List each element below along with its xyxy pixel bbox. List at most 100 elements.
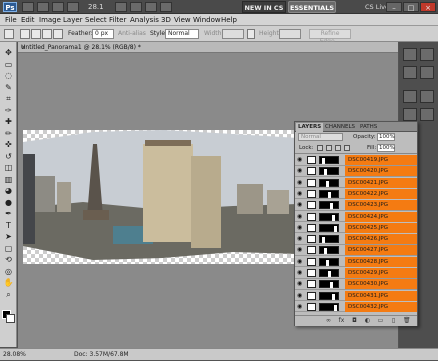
pen-tool-icon[interactable]: ✒ <box>3 209 14 219</box>
maximize-button[interactable]: □ <box>403 2 419 12</box>
layer-mask-thumbnail[interactable] <box>319 235 339 244</box>
status-zoom[interactable]: 28.08% <box>3 349 26 361</box>
arrange-documents-icon[interactable] <box>145 2 157 12</box>
lock-all-icon[interactable] <box>344 145 350 151</box>
adjustment-icon[interactable]: ◐ <box>364 318 371 324</box>
swap-dimensions-icon[interactable] <box>247 29 255 39</box>
masks-panel-icon[interactable] <box>420 90 434 103</box>
swatches-panel-icon[interactable] <box>403 66 417 79</box>
close-document-icon[interactable]: × <box>21 42 26 53</box>
layer-mask-thumbnail[interactable] <box>319 189 339 198</box>
history-brush-tool-icon[interactable]: ↺ <box>3 152 14 162</box>
eye-icon[interactable]: ◉ <box>297 281 304 287</box>
healing-tool-icon[interactable]: ✚ <box>3 117 14 127</box>
lock-transparency-icon[interactable] <box>317 145 323 151</box>
layer-row[interactable]: ◉ DSC00419.JPG <box>295 155 417 166</box>
gradient-tool-icon[interactable]: ▥ <box>3 175 14 185</box>
clone-stamp-tool-icon[interactable]: ✜ <box>3 140 14 150</box>
eye-icon[interactable]: ◉ <box>297 292 304 299</box>
eye-icon[interactable]: ◉ <box>297 213 304 220</box>
crop-tool-icon[interactable]: ⌗ <box>3 94 14 104</box>
new-layer-icon[interactable]: ▯ <box>390 318 397 324</box>
3d-rotate-tool-icon[interactable]: ⟲ <box>3 255 14 265</box>
styles-panel-icon[interactable] <box>420 66 434 79</box>
path-select-tool-icon[interactable]: ➤ <box>3 232 14 242</box>
lasso-tool-icon[interactable]: ◌ <box>3 71 14 81</box>
guides-icon[interactable] <box>52 2 64 12</box>
layer-row[interactable]: ◉ DSC00431.JPG <box>295 290 417 302</box>
layer-mask-thumbnail[interactable] <box>319 246 339 255</box>
menu-view[interactable]: View <box>174 14 191 26</box>
layer-mask-thumbnail[interactable] <box>319 302 339 311</box>
eye-icon[interactable]: ◉ <box>297 247 304 253</box>
marquee-preset-icon[interactable] <box>4 29 14 39</box>
eye-icon[interactable]: ◉ <box>297 236 304 242</box>
layer-mask-thumbnail[interactable] <box>319 280 339 289</box>
menu-window[interactable]: Window <box>193 14 221 26</box>
layer-row[interactable]: ◉ DSC00429.JPG <box>295 268 417 279</box>
mask-icon[interactable]: ◘ <box>351 318 358 324</box>
rotate-view-icon[interactable] <box>130 2 142 12</box>
brush-tool-icon[interactable]: ✏ <box>3 129 14 139</box>
history-panel-icon[interactable] <box>403 48 417 61</box>
layer-mask-thumbnail[interactable] <box>319 269 339 277</box>
eye-icon[interactable]: ◉ <box>297 168 304 174</box>
fx-icon[interactable]: fx <box>338 318 345 324</box>
opacity-input[interactable]: 100% <box>377 133 395 141</box>
layer-mask-thumbnail[interactable] <box>319 167 339 176</box>
layer-mask-thumbnail[interactable] <box>319 291 339 300</box>
layer-row[interactable]: ◉ DSC00426.JPG <box>295 234 417 245</box>
eye-icon[interactable]: ◉ <box>297 202 304 208</box>
type-tool-icon[interactable]: T <box>3 221 14 231</box>
add-selection-icon[interactable] <box>31 29 41 39</box>
layer-mask-thumbnail[interactable] <box>319 223 339 232</box>
hand-tool-icon[interactable]: ✋ <box>3 278 14 288</box>
feather-input[interactable]: 0 px <box>92 29 114 39</box>
layer-row[interactable]: ◉ DSC00420.JPG <box>295 166 417 177</box>
eye-icon[interactable]: ◉ <box>297 258 304 265</box>
link-icon[interactable]: ∞ <box>325 318 332 324</box>
tab-paths[interactable]: PATHS <box>358 123 379 132</box>
style-select[interactable]: Normal <box>165 29 199 39</box>
tab-layers[interactable]: LAYERS <box>296 123 324 132</box>
layer-row[interactable]: ◉ DSC00423.JPG <box>295 200 417 211</box>
bridge-icon[interactable] <box>22 2 34 12</box>
marquee-tool-icon[interactable]: ▭ <box>3 60 14 70</box>
new-in-cs5-button[interactable]: NEW IN CS 5 <box>242 1 286 24</box>
layer-row[interactable]: ◉ DSC00425.JPG <box>295 222 417 234</box>
trash-icon[interactable]: 🗑 <box>403 318 411 324</box>
channels-panel-icon[interactable] <box>420 108 434 121</box>
subtract-selection-icon[interactable] <box>42 29 52 39</box>
minimize-button[interactable]: – <box>386 2 402 12</box>
adjustments-panel-icon[interactable] <box>403 90 417 103</box>
layers-panel-icon[interactable] <box>403 108 417 121</box>
layer-mask-thumbnail[interactable] <box>319 178 339 187</box>
lock-position-icon[interactable] <box>335 145 341 151</box>
layer-mask-thumbnail[interactable] <box>319 257 339 266</box>
menu-layer[interactable]: Layer <box>63 14 83 26</box>
quick-select-tool-icon[interactable]: ✎ <box>3 83 14 93</box>
blend-mode-select[interactable]: Normal <box>298 133 343 141</box>
eyedropper-tool-icon[interactable]: ✑ <box>3 106 14 116</box>
dodge-tool-icon[interactable]: ● <box>3 198 14 208</box>
move-tool-icon[interactable]: ✥ <box>3 48 14 58</box>
menu-help[interactable]: Help <box>221 14 237 26</box>
menu-analysis[interactable]: Analysis <box>130 14 159 26</box>
layer-row[interactable]: ◉ DSC00432.JPG <box>295 301 417 313</box>
folder-icon[interactable]: ▭ <box>377 318 384 324</box>
layer-mask-thumbnail[interactable] <box>319 156 339 164</box>
intersect-selection-icon[interactable] <box>53 29 63 39</box>
document-tab[interactable]: Untitled_Panorama1 @ 28.1% (RGB/8) * × <box>18 42 398 53</box>
eye-icon[interactable]: ◉ <box>297 179 304 186</box>
lock-image-icon[interactable] <box>326 145 332 151</box>
eye-icon[interactable]: ◉ <box>297 303 304 310</box>
menu-3d[interactable]: 3D <box>161 14 171 26</box>
zoom-tool-icon[interactable]: ⌕ <box>3 290 14 300</box>
eye-icon[interactable]: ◉ <box>297 190 304 197</box>
new-selection-icon[interactable] <box>20 29 30 39</box>
zoom-level-icon[interactable] <box>67 2 79 12</box>
eye-icon[interactable]: ◉ <box>297 157 304 163</box>
layer-row[interactable]: ◉ DSC00424.JPG <box>295 211 417 222</box>
menu-edit[interactable]: Edit <box>21 14 35 26</box>
menu-filter[interactable]: Filter <box>109 14 126 26</box>
